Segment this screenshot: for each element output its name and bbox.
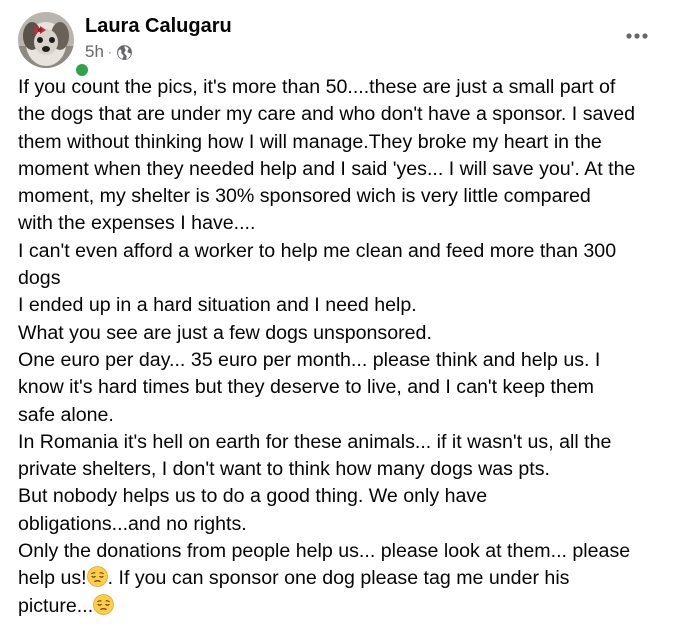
pensive-face-emoji [93, 593, 115, 615]
post-text-line-with-emoji: picture... [18, 593, 666, 620]
post-text-line: them without thinking how I will manage.… [18, 130, 602, 153]
post-options-button[interactable] [620, 24, 654, 48]
post-text-line: safe alone. [18, 403, 114, 426]
post-text-line: dogs [18, 267, 61, 290]
post-text-line: If you count the pics, it's more than 50… [18, 76, 616, 98]
post-text: If you count the pics, it's more than 50… [18, 74, 666, 620]
post-text-line: with the expenses I have.... [18, 212, 256, 235]
author-name[interactable]: Laura Calugaru [85, 14, 232, 38]
post-text-line: I can't even afford a worker to help me … [18, 239, 617, 262]
post-text-line: One euro per day... 35 euro per month...… [18, 348, 601, 371]
facebook-post: Laura Calugaru 5h · If you count the pic… [0, 0, 682, 630]
pensive-face-emoji [86, 566, 108, 588]
post-text-line-with-emoji: help us! . If you can sponsor one dog pl… [18, 565, 666, 592]
post-text-line: moment, my shelter is 30% sponsored wich… [18, 185, 591, 208]
post-text-line: What you see are just a few dogs unspons… [18, 321, 432, 344]
post-text-line: Only the donations from people help us..… [18, 540, 631, 563]
meta-separator: · [107, 45, 112, 59]
post-text-line: obligations...and no rights. [18, 512, 247, 535]
post-text-segment: picture... [18, 594, 94, 617]
post-text-segment: help us! [18, 567, 87, 590]
post-text-segment: . If you can sponsor one dog please tag … [107, 567, 570, 590]
post-timestamp[interactable]: 5h [85, 42, 104, 62]
post-text-line: But nobody helps us to do a good thing. … [18, 485, 488, 508]
post-text-line: I ended up in a hard situation and I nee… [18, 294, 417, 317]
more-horizontal-icon [626, 33, 648, 39]
post-text-line: moment when they needed help and I said … [18, 157, 636, 180]
post-text-line: In Romania it's hell on earth for these … [18, 430, 612, 453]
post-text-line: private shelters, I don't want to think … [18, 458, 550, 481]
globe-icon[interactable] [116, 44, 133, 61]
author-avatar[interactable] [18, 12, 90, 78]
avatar-dog-image [18, 12, 74, 68]
post-text-line: the dogs that are under my care and who … [18, 103, 635, 126]
post-meta: 5h · [85, 42, 133, 62]
post-text-line: know it's hard times but they deserve to… [18, 376, 594, 399]
